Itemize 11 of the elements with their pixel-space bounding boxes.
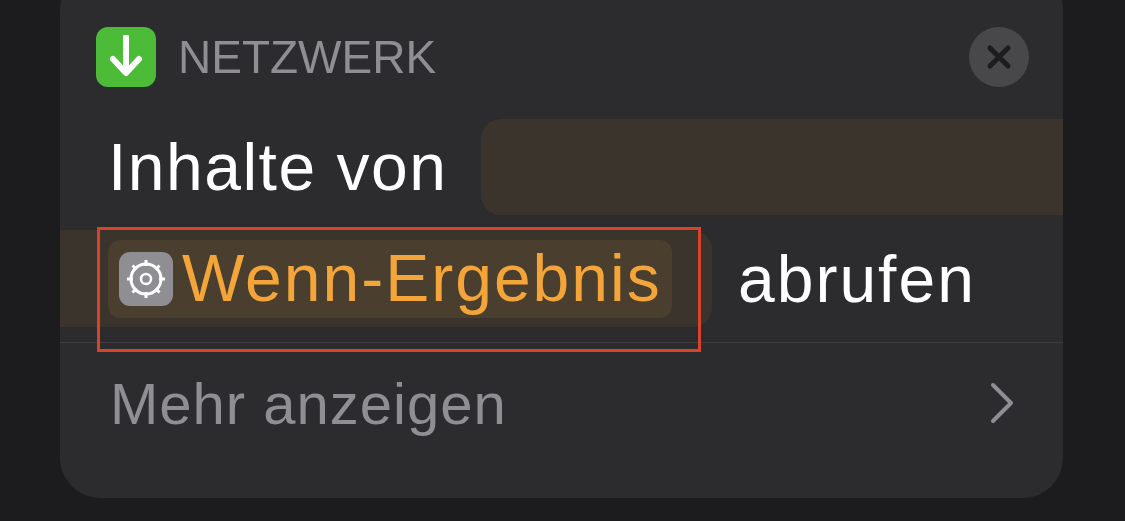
input-field[interactable]: Wenn-Ergebnis xyxy=(60,230,712,327)
download-icon xyxy=(96,27,156,87)
show-more-button[interactable]: Mehr anzeigen xyxy=(60,343,1063,463)
action-label: abrufen xyxy=(738,245,976,312)
variable-token[interactable]: Wenn-Ergebnis xyxy=(108,239,672,318)
category-label: NETZWERK xyxy=(178,34,437,80)
gear-icon xyxy=(118,250,174,307)
chevron-icon xyxy=(989,381,1015,425)
close-icon xyxy=(986,44,1012,70)
action-label: Inhalte von xyxy=(107,134,449,200)
input-field[interactable] xyxy=(481,119,1063,215)
